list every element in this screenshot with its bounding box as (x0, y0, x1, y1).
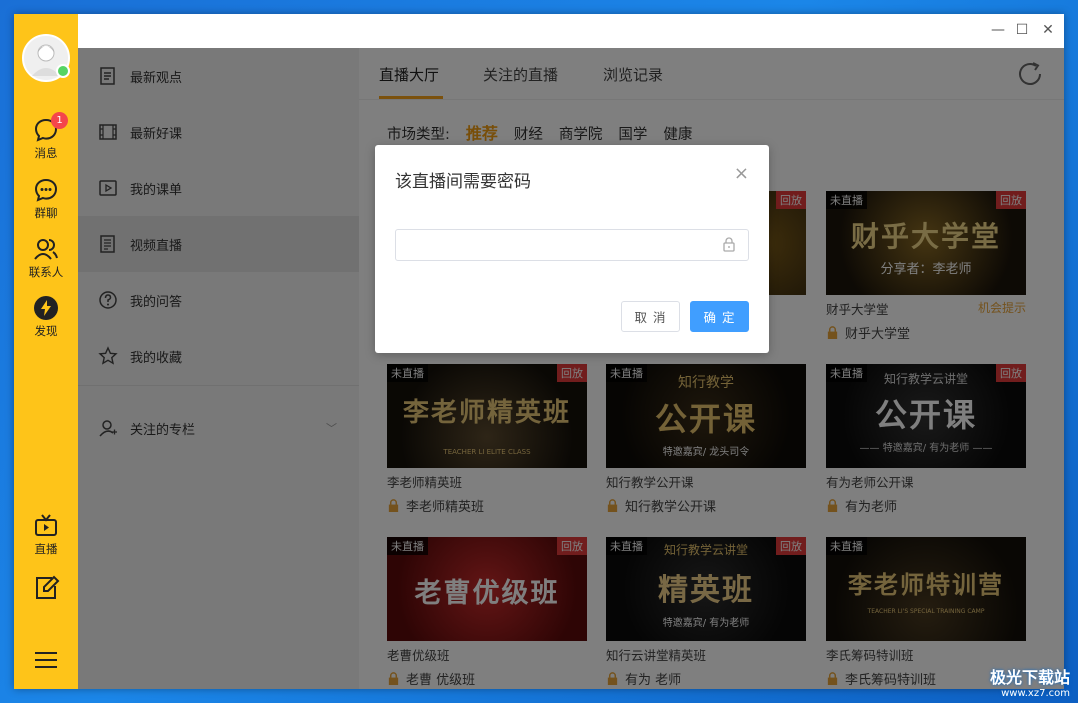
group-chat-icon (34, 178, 58, 202)
minimize-button[interactable]: — (990, 22, 1006, 38)
nav-contacts-label: 联系人 (28, 265, 64, 279)
avatar[interactable] (22, 34, 70, 82)
title-bar: — ☐ ✕ (78, 14, 1064, 48)
dialog-title: 该直播间需要密码 (395, 172, 531, 192)
nav-messages-label: 消息 (34, 146, 58, 160)
watermark-title: 极光下载站 (989, 668, 1070, 687)
nav-messages[interactable]: 1 消息 (14, 112, 78, 161)
nav-live-label: 直播 (34, 542, 58, 556)
edit-icon (36, 575, 60, 599)
nav-more-menu[interactable] (14, 646, 78, 674)
password-dialog: 该直播间需要密码 × 取 消 确 定 (375, 145, 769, 353)
nav-group-chat[interactable]: 群聊 (14, 176, 78, 221)
nav-live[interactable]: 直播 (14, 512, 78, 557)
dialog-close-icon[interactable]: × (734, 163, 749, 184)
nav-contacts[interactable]: 联系人 (14, 235, 78, 280)
confirm-button[interactable]: 确 定 (690, 301, 749, 332)
nav-discover[interactable]: 发现 (14, 294, 78, 339)
nav-discover-label: 发现 (34, 324, 58, 338)
hamburger-icon (35, 652, 57, 668)
site-watermark: 极光下载站 www.xz7.com (990, 664, 1070, 699)
lightning-icon (34, 296, 58, 320)
message-count-badge: 1 (51, 112, 68, 129)
maximize-button[interactable]: ☐ (1014, 22, 1030, 38)
cancel-button[interactable]: 取 消 (621, 301, 680, 332)
lock-icon (723, 237, 735, 252)
nav-edit[interactable] (14, 574, 78, 602)
app-window: 1 消息 群聊 联系人 发现 直播 — ☐ ✕ 该直播间需要密码 × 取 消 确… (14, 14, 1064, 689)
left-nav-bar: 1 消息 群聊 联系人 发现 直播 (14, 14, 78, 689)
online-status-dot (56, 64, 70, 78)
password-input[interactable] (395, 229, 749, 261)
tv-icon (35, 514, 57, 536)
contacts-icon (34, 239, 58, 260)
close-window-button[interactable]: ✕ (1040, 22, 1056, 38)
watermark-url: www.xz7.com (1001, 688, 1070, 699)
nav-group-chat-label: 群聊 (34, 206, 58, 220)
